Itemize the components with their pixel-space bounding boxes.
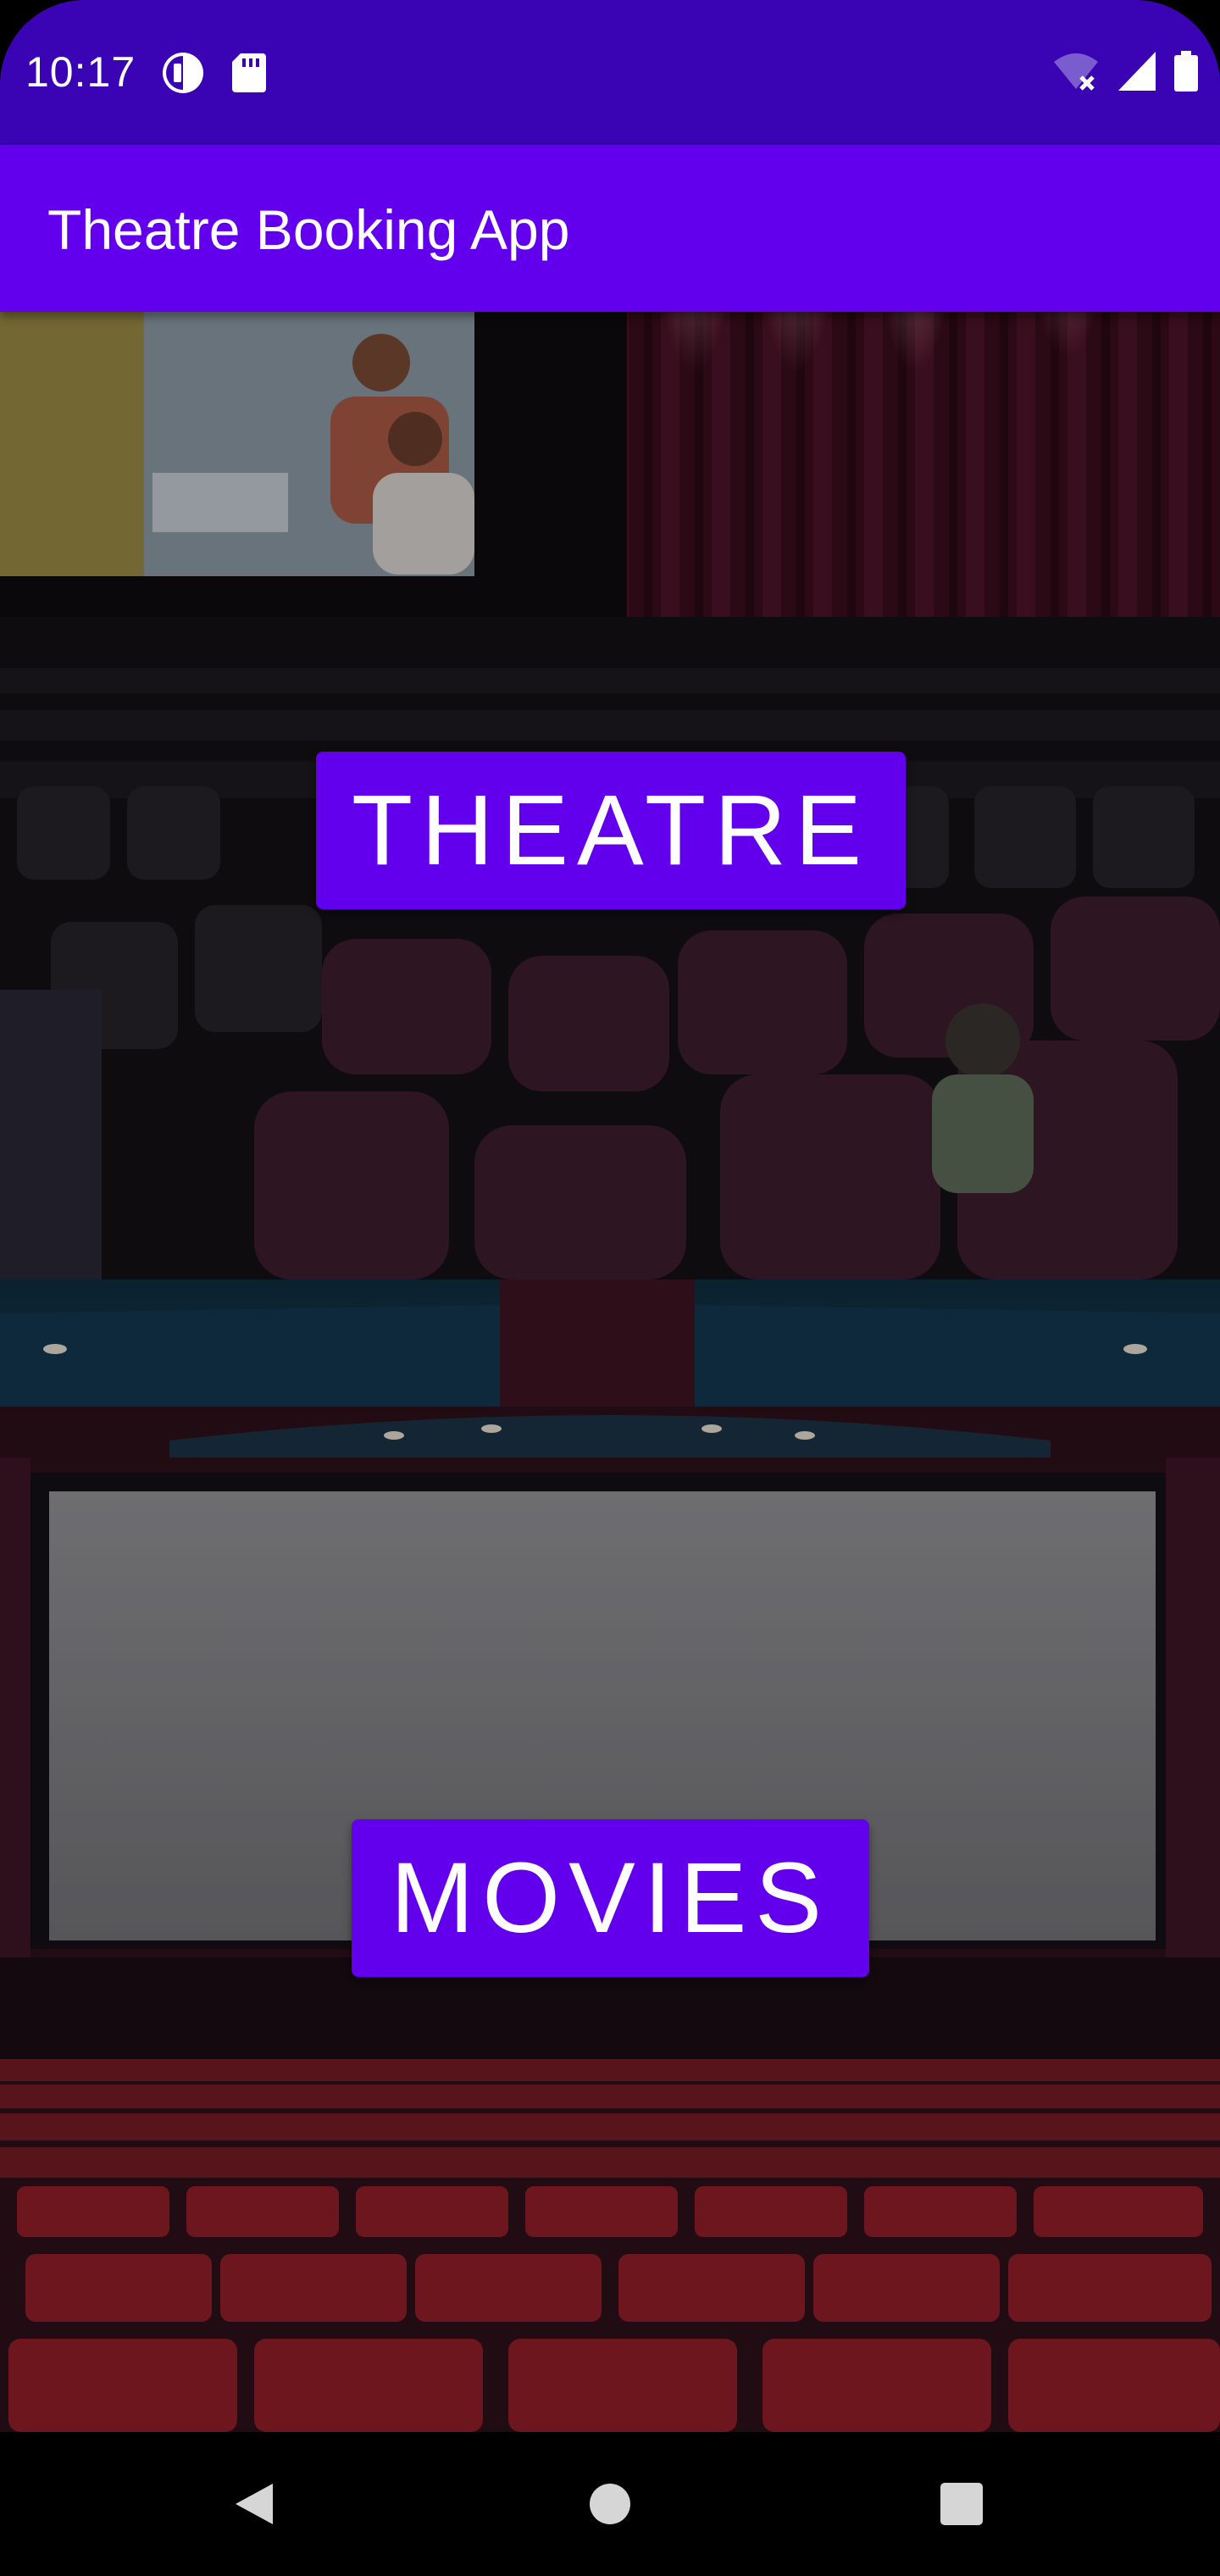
- theatre-button[interactable]: THEATRE: [316, 752, 906, 909]
- status-right-icons: [1052, 51, 1198, 96]
- recents-icon: [940, 2483, 983, 2525]
- status-left-icons: [161, 51, 266, 99]
- movies-section[interactable]: MOVIES: [0, 1280, 1220, 2432]
- theatre-section[interactable]: THEATRE: [0, 312, 1220, 1280]
- movies-button[interactable]: MOVIES: [352, 1819, 869, 1977]
- back-icon: [236, 2484, 273, 2524]
- cellular-signal-icon: [1118, 52, 1156, 95]
- sd-card-icon: [232, 53, 266, 97]
- wifi-off-icon: [1052, 52, 1100, 95]
- media-session-icon: [161, 51, 205, 99]
- back-button[interactable]: [186, 2432, 322, 2576]
- status-bar: 10:17: [0, 0, 1220, 145]
- home-button[interactable]: [542, 2432, 678, 2576]
- navigation-bar: [0, 2432, 1220, 2576]
- status-time: 10:17: [25, 48, 136, 96]
- recents-button[interactable]: [894, 2432, 1029, 2576]
- home-icon: [590, 2484, 630, 2524]
- app-bar: Theatre Booking App: [0, 145, 1220, 312]
- battery-icon: [1174, 51, 1198, 96]
- device-screen: 10:17 Theatre Booking App THEATRE MOVIES: [0, 0, 1220, 2576]
- app-title: Theatre Booking App: [47, 198, 570, 261]
